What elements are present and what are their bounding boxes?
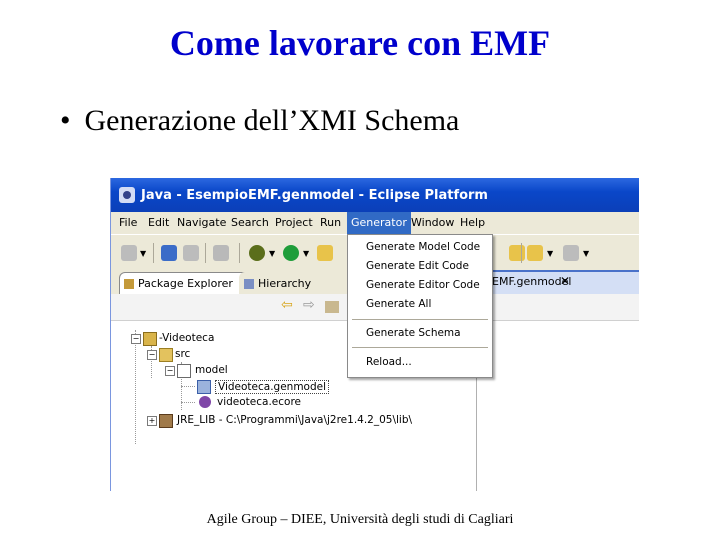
tree-item-project[interactable]: -Videoteca: [159, 332, 214, 344]
menu-window[interactable]: Window: [411, 216, 454, 229]
menu-navigate[interactable]: Navigate: [177, 216, 226, 229]
hierarchy-icon: [244, 279, 254, 289]
menu-item-generate-editor-code[interactable]: Generate Editor Code: [366, 279, 480, 291]
tree-item-model[interactable]: model: [195, 364, 228, 376]
library-icon: [159, 414, 173, 428]
debug-icon[interactable]: [249, 245, 265, 261]
menu-item-reload[interactable]: Reload...: [366, 356, 412, 368]
save-icon[interactable]: [161, 245, 177, 261]
menu-item-generate-all[interactable]: Generate All: [366, 298, 431, 310]
editor-area: [477, 294, 639, 491]
ecore-file-icon: [199, 396, 211, 408]
expand-toggle[interactable]: −: [131, 334, 141, 344]
tree-item-ecore[interactable]: videoteca.ecore: [217, 396, 301, 408]
menu-item-generate-model-code[interactable]: Generate Model Code: [366, 241, 480, 253]
external-tools-icon[interactable]: [317, 245, 333, 261]
chevron-down-icon[interactable]: ▼: [140, 249, 146, 258]
genmodel-file-icon: [197, 380, 211, 394]
generator-menu: Generate Model Code Generate Edit Code G…: [347, 234, 493, 378]
tree-item-src[interactable]: src: [175, 348, 190, 360]
menu-generator[interactable]: Generator: [347, 212, 411, 234]
menu-item-generate-schema[interactable]: Generate Schema: [366, 327, 461, 339]
package-icon: [177, 364, 191, 378]
back-icon[interactable]: [527, 245, 543, 261]
slide-title: Come lavorare con EMF: [169, 23, 551, 63]
menu-run[interactable]: Run: [320, 216, 341, 229]
forward-arrow-icon[interactable]: ⇨: [303, 297, 317, 313]
up-icon[interactable]: [325, 301, 339, 313]
menu-separator: [352, 319, 488, 320]
new-icon[interactable]: [121, 245, 137, 261]
expand-toggle[interactable]: −: [165, 366, 175, 376]
eclipse-window: Java - EsempioEMF.genmodel - Eclipse Pla…: [110, 178, 639, 491]
toolbar-separator: [521, 243, 522, 263]
menu-item-generate-edit-code[interactable]: Generate Edit Code: [366, 260, 469, 272]
toolbar-separator: [153, 243, 154, 263]
collapse-toggle[interactable]: +: [147, 416, 157, 426]
tree-item-jre-lib[interactable]: JRE_LIB - C:\Programmi\Java\j2re1.4.2_05…: [177, 414, 412, 426]
menu-help[interactable]: Help: [460, 216, 485, 229]
menu-project[interactable]: Project: [275, 216, 313, 229]
print-icon[interactable]: [183, 245, 199, 261]
tree-guide: [181, 402, 195, 403]
window-title: Java - EsempioEMF.genmodel - Eclipse Pla…: [141, 188, 488, 203]
slide-footer: Agile Group – DIEE, Università degli stu…: [206, 512, 514, 527]
menu-edit[interactable]: Edit: [148, 216, 169, 229]
tree-guide: [135, 330, 136, 444]
menubar: File Edit Navigate Search Project Run Ge…: [111, 212, 639, 234]
editor-toolbar: [477, 294, 639, 321]
chevron-down-icon[interactable]: ▼: [303, 249, 309, 258]
chevron-down-icon[interactable]: ▼: [269, 249, 275, 258]
forward-icon[interactable]: [563, 245, 579, 261]
window-titlebar: Java - EsempioEMF.genmodel - Eclipse Pla…: [111, 178, 639, 212]
chevron-down-icon[interactable]: ▼: [583, 249, 589, 258]
tree-item-genmodel[interactable]: Videoteca.genmodel: [215, 380, 330, 394]
menu-search[interactable]: Search: [231, 216, 269, 229]
run-icon[interactable]: [283, 245, 299, 261]
project-icon: [143, 332, 157, 346]
source-folder-icon: [159, 348, 173, 362]
menu-file[interactable]: File: [119, 216, 137, 229]
tree-guide: [181, 386, 195, 387]
bullet-text: Generazione dell’XMI Schema: [84, 104, 460, 137]
tab-label: Package Explorer: [138, 277, 233, 290]
tab-editor-genmodel[interactable]: EMF.genmodel ✕: [476, 270, 639, 296]
open-type-icon[interactable]: [509, 245, 525, 261]
close-icon[interactable]: ✕: [560, 274, 570, 288]
package-explorer-icon: [124, 279, 134, 289]
bullet-point: • Generazione dell’XMI Schema: [60, 104, 460, 137]
back-arrow-icon[interactable]: ⇦: [281, 297, 295, 313]
chevron-down-icon[interactable]: ▼: [547, 249, 553, 258]
eclipse-icon: [119, 187, 135, 203]
tab-label: Hierarchy: [258, 277, 312, 290]
expand-toggle[interactable]: −: [147, 350, 157, 360]
tab-hierarchy[interactable]: Hierarchy: [239, 272, 317, 295]
toolbar-separator: [239, 243, 240, 263]
menu-separator: [352, 347, 488, 348]
tab-package-explorer[interactable]: Package Explorer ✕: [119, 272, 256, 295]
build-icon[interactable]: [213, 245, 229, 261]
toolbar-separator: [205, 243, 206, 263]
